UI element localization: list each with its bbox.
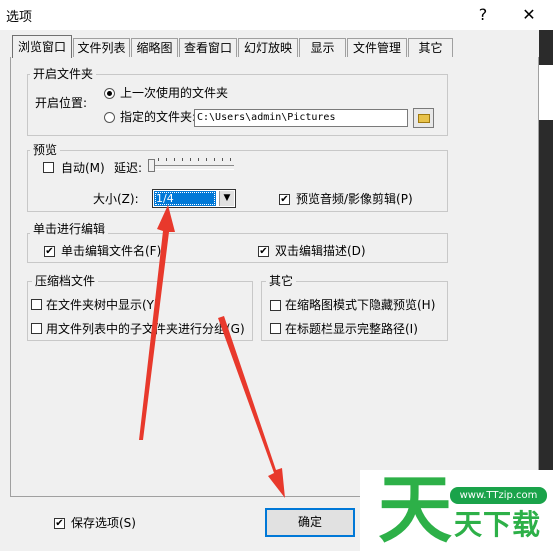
annotation-arrow-up (139, 205, 175, 440)
annotation-arrows (139, 205, 285, 498)
watermark-url: www.TTzip.com (450, 487, 547, 504)
annotation-arrow-down (218, 316, 285, 498)
tab-browse-window[interactable]: 浏览窗口 (12, 35, 72, 58)
watermark-logo: 天 (378, 467, 452, 553)
watermark-text: 天下载 (454, 508, 542, 541)
